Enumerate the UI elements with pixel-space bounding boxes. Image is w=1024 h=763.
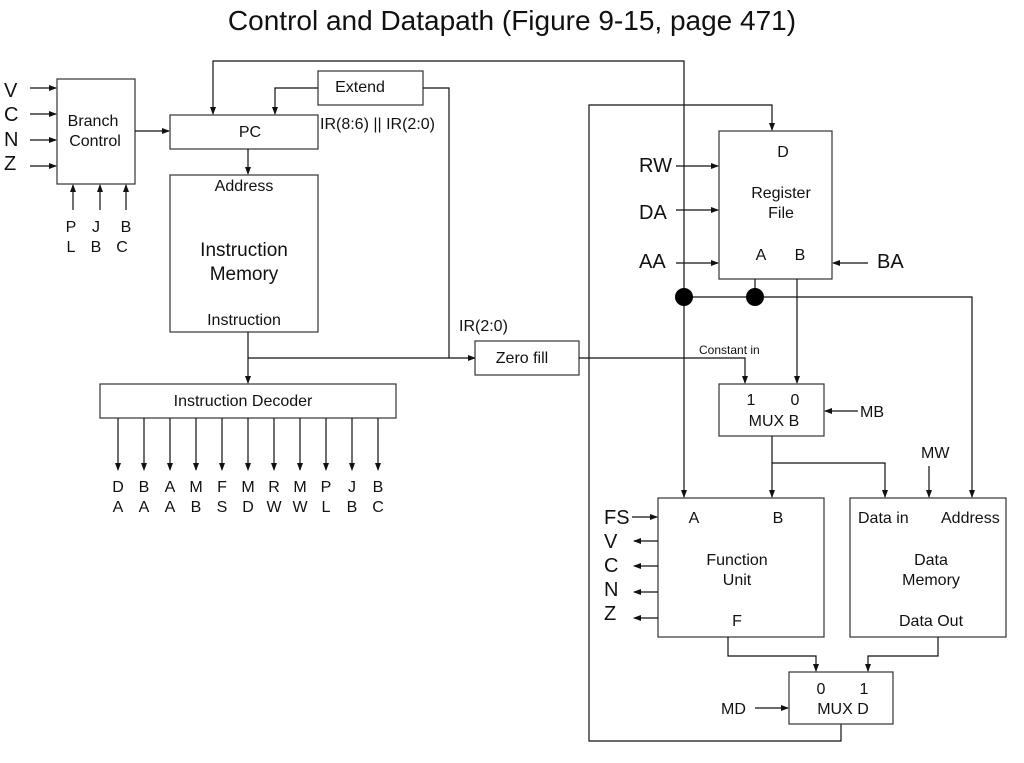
muxd-select-label: MD (721, 701, 746, 718)
extend-label: Extend (335, 79, 385, 96)
wire-dmem-to-muxd (865, 637, 939, 672)
decoder-output-label-top: A (165, 479, 176, 496)
branch-control-block: Branch Control (56, 78, 136, 185)
fu-out-z: Z (604, 603, 616, 625)
decoder-output-label-bottom: W (266, 499, 282, 516)
fu-out-v: V (604, 531, 618, 553)
decoder-output-label-bottom: S (217, 499, 228, 516)
dmem-label-2: Memory (902, 572, 960, 589)
decoder-outputs: DABAAAMBFSMDRWMWPLJBBC (112, 418, 384, 516)
branch-ctrl-jb-bottom: B (91, 239, 102, 256)
datapath-diagram: Control and Datapath (Figure 9-15, page … (4, 5, 1007, 742)
dmem-write-label: MW (921, 445, 950, 462)
regfile-input-aa: AA (639, 251, 666, 273)
regfile-port-a: A (756, 247, 767, 264)
decoder-output-label-bottom: L (322, 499, 331, 516)
regfile-port-b: B (795, 247, 806, 264)
branch-control-box (56, 78, 136, 185)
decoder-output-label-bottom: C (372, 499, 384, 516)
decoder-output-label-top: P (321, 479, 332, 496)
wire-fu-to-muxd (727, 637, 819, 672)
muxb-in1: 1 (747, 392, 756, 409)
muxb-in0: 0 (791, 392, 800, 409)
decoder-output-label-bottom: B (347, 499, 358, 516)
zero-fill-label: Zero fill (496, 350, 548, 367)
decoder-output-label-bottom: A (139, 499, 150, 516)
branch-control-label-1: Branch (68, 113, 119, 130)
dmem-data-in: Data in (858, 510, 909, 527)
wire-muxb-to-dmem-datain (772, 462, 888, 498)
imem-address-label: Address (215, 178, 274, 195)
fu-out-c: C (604, 555, 618, 577)
decoder-output-label-top: M (293, 479, 306, 496)
branch-ctrl-jb-top: J (92, 219, 100, 236)
fu-out-n: N (604, 579, 618, 601)
extend-input-label: IR(8:6) || IR(2:0) (320, 116, 435, 133)
decoder-output-label-top: J (348, 479, 356, 496)
branch-ctrl-bc-top: B (121, 219, 132, 236)
muxb-label: MUX B (749, 413, 800, 430)
fu-port-f: F (732, 613, 742, 630)
fu-label-1: Function (706, 552, 767, 569)
imem-label-2: Memory (210, 264, 279, 285)
branch-ctrl-bc-bottom: C (116, 239, 128, 256)
decoder-output-label-top: M (189, 479, 202, 496)
dmem-address: Address (941, 510, 1000, 527)
decoder-output-label-top: M (241, 479, 254, 496)
regfile-input-ba: BA (877, 251, 904, 273)
regfile-input-rw: RW (639, 155, 672, 177)
decoder-output-label-top: F (217, 479, 227, 496)
junction-dot-left (675, 288, 693, 306)
decoder-output-label-bottom: A (113, 499, 124, 516)
branch-ctrl-pl-bottom: L (67, 239, 76, 256)
decoder-output-label-top: R (268, 479, 280, 496)
branch-ctrl-pl-top: P (66, 219, 77, 236)
dmem-label-1: Data (914, 552, 948, 569)
decoder-output-label-bottom: B (191, 499, 202, 516)
branch-input-z: Z (4, 153, 16, 175)
fu-label-2: Unit (723, 572, 752, 589)
muxd-in1: 1 (860, 681, 869, 698)
branch-input-v: V (4, 80, 18, 102)
zerofill-input-label: IR(2:0) (459, 318, 508, 335)
wire-extend-to-pc (272, 87, 318, 115)
muxd-label: MUX D (817, 701, 869, 718)
muxd-in0: 0 (817, 681, 826, 698)
imem-label-1: Instruction (200, 240, 288, 261)
decoder-output-label-top: B (139, 479, 150, 496)
muxb-select-label: MB (860, 404, 884, 421)
regfile-label-2: File (768, 205, 794, 222)
branch-input-c: C (4, 104, 18, 126)
wire-zerofill-to-muxb (579, 357, 748, 384)
imem-output-label: Instruction (207, 312, 281, 329)
diagram-title: Control and Datapath (Figure 9-15, page … (228, 5, 796, 36)
decoder-label: Instruction Decoder (174, 393, 313, 410)
regfile-label-1: Register (751, 185, 811, 202)
decoder-output-label-bottom: A (165, 499, 176, 516)
regfile-input-da: DA (639, 202, 667, 224)
regfile-port-d: D (777, 144, 789, 161)
decoder-output-label-top: D (112, 479, 124, 496)
dmem-data-out: Data Out (899, 613, 964, 630)
decoder-output-label-bottom: W (292, 499, 308, 516)
junction-dot-right (746, 288, 764, 306)
decoder-output-label-top: B (373, 479, 384, 496)
branch-control-label-2: Control (69, 133, 121, 150)
branch-input-n: N (4, 129, 18, 151)
constant-in-label: Constant in (699, 343, 760, 357)
fu-select-fs: FS (604, 507, 630, 529)
decoder-output-label-bottom: D (242, 499, 254, 516)
pc-label: PC (239, 124, 261, 141)
fu-port-b: B (773, 510, 784, 527)
fu-port-a: A (689, 510, 700, 527)
